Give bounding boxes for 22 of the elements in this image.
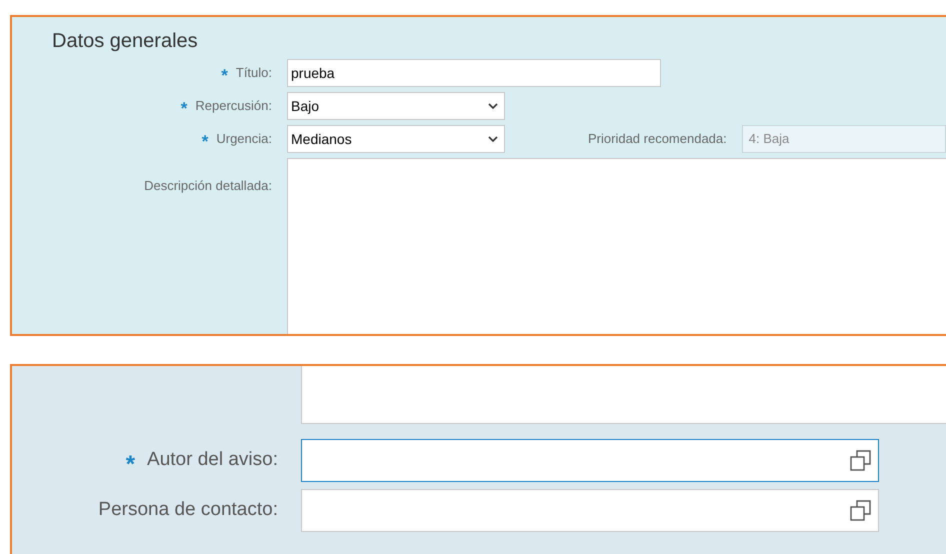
field-label: Descripción detallada: — [144, 177, 272, 195]
field-label: Repercusión: — [195, 97, 272, 116]
value-help-icon[interactable] — [850, 450, 872, 472]
required-asterisk: * — [126, 450, 136, 476]
chevron-down-icon — [488, 103, 498, 109]
input-field[interactable] — [301, 439, 879, 482]
dropdown[interactable]: Bajo — [287, 92, 505, 120]
dropdown[interactable]: Medianos — [287, 125, 505, 153]
field-label: Autor del aviso: — [147, 448, 278, 472]
required-asterisk: * — [180, 98, 188, 116]
field-label: Persona de contacto: — [98, 498, 278, 522]
input-field[interactable] — [301, 489, 879, 532]
required-asterisk: * — [221, 64, 228, 84]
value-help-icon[interactable] — [850, 500, 872, 522]
field-label: Urgencia: — [216, 130, 272, 148]
text-field[interactable]: prueba — [287, 59, 661, 87]
required-asterisk: * — [202, 130, 208, 150]
section-title: Datos generales — [52, 29, 199, 53]
chevron-down-icon — [488, 136, 498, 142]
field-label: Título: — [236, 64, 272, 82]
field-label: Prioridad recomendada: — [588, 130, 727, 148]
priority-field: 4: Baja — [742, 125, 946, 153]
